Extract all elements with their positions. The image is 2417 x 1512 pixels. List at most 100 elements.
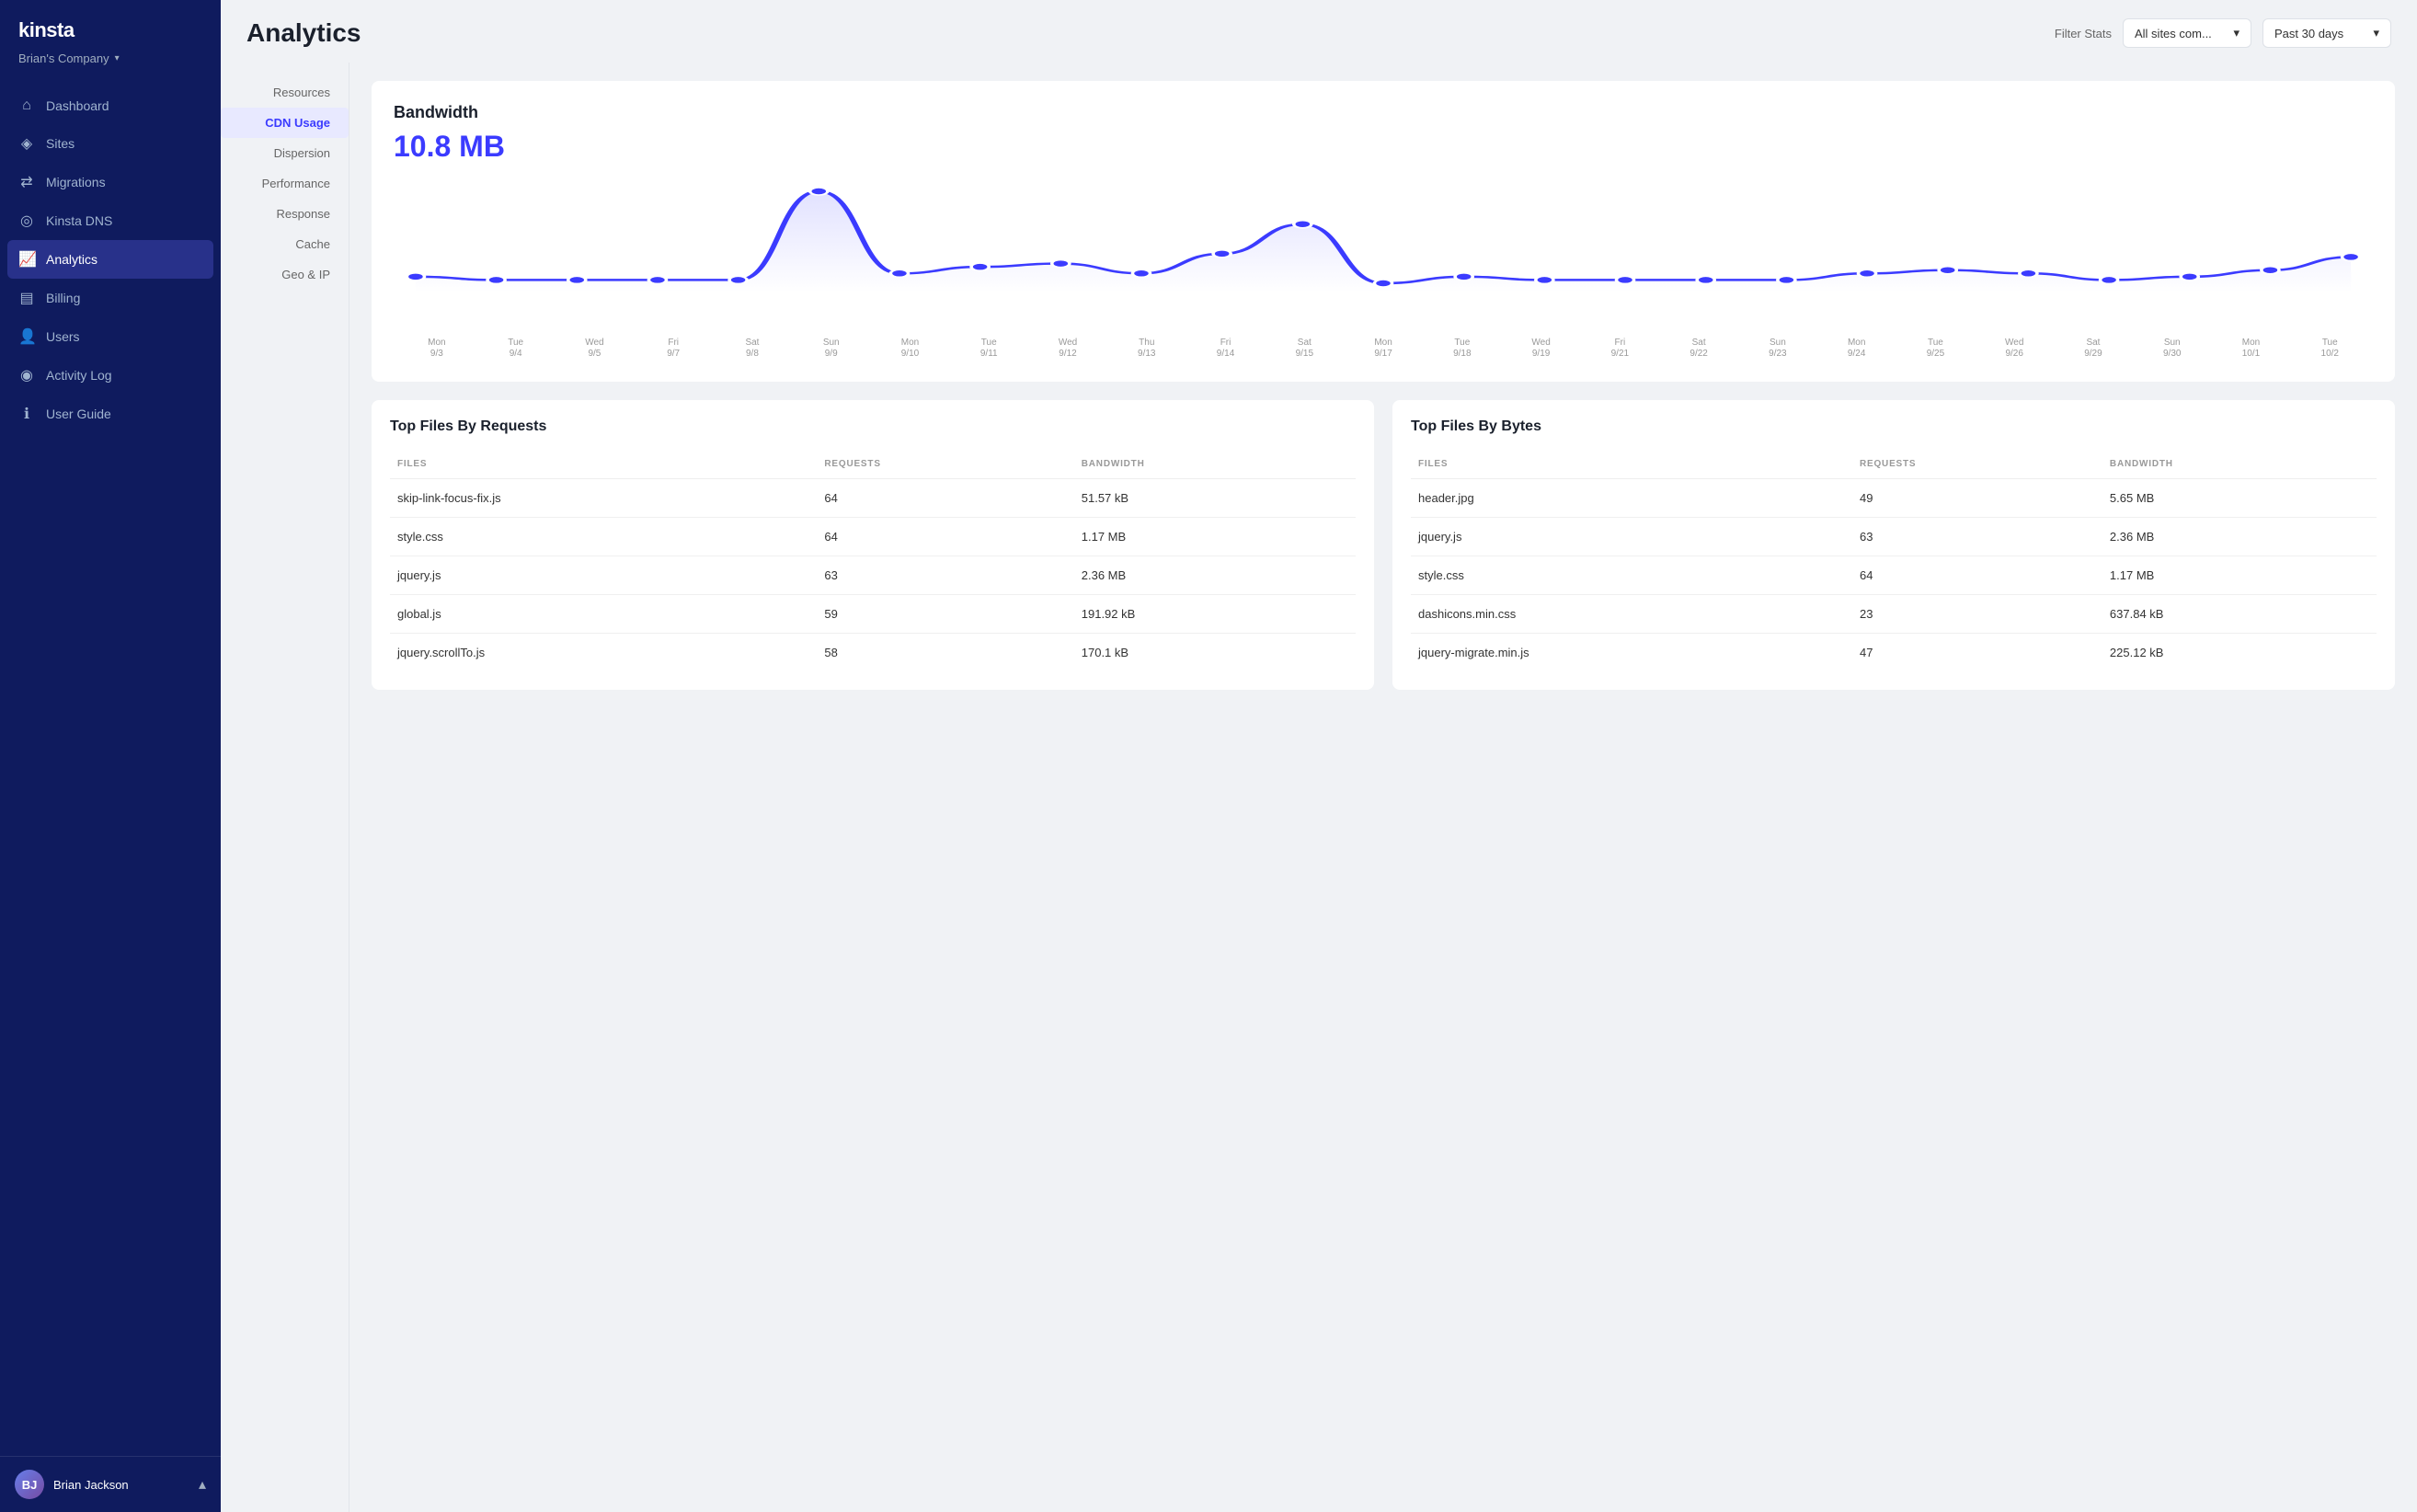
sub-nav-cdn-usage[interactable]: CDN Usage <box>221 108 349 138</box>
sidebar-item-users[interactable]: 👤Users <box>0 317 221 356</box>
table-row: jquery.scrollTo.js 58 170.1 kB <box>390 634 1356 672</box>
kinsta-dns-icon: ◎ <box>18 212 35 230</box>
user-guide-icon: ℹ <box>18 405 35 423</box>
sidebar-nav: ⌂Dashboard◈Sites⇄Migrations ◎ Kinsta DNS 📈 A… <box>0 78 221 1456</box>
sidebar-item-migrations[interactable]: ⇄Migrations <box>0 163 221 201</box>
file-name: style.css <box>1411 556 1852 595</box>
main: Analytics Filter Stats All sites com... … <box>221 0 2417 1512</box>
sidebar-user: BJ Brian Jackson <box>15 1470 129 1499</box>
bandwidth-value: 1.17 MB <box>2102 556 2377 595</box>
migrations-icon: ⇄ <box>18 173 35 191</box>
bandwidth-value: 5.65 MB <box>2102 479 2377 518</box>
x-axis-label: Sat 9/22 <box>1659 338 1738 360</box>
table-row: style.css 64 1.17 MB <box>1411 556 2377 595</box>
x-axis-label: Sun 9/23 <box>1738 338 1817 360</box>
bandwidth-card: Bandwidth 10.8 MB Mon 9/3Tue 9/4Wed 9/5F… <box>372 81 2395 382</box>
x-axis-label: Wed 9/5 <box>556 338 635 360</box>
sidebar-footer: BJ Brian Jackson ▴ <box>0 1456 221 1512</box>
col-files: FILES <box>1411 450 1852 479</box>
nav-label: Dashboard <box>46 98 109 113</box>
x-axis-label: Sun 9/9 <box>792 338 871 360</box>
sub-nav-cache[interactable]: Cache <box>221 229 349 259</box>
sidebar-item-dashboard[interactable]: ⌂Dashboard <box>0 87 221 124</box>
sub-nav-resources[interactable]: Resources <box>221 77 349 108</box>
bandwidth-value: 170.1 kB <box>1074 634 1356 672</box>
x-axis-label: Wed 9/19 <box>1502 338 1581 360</box>
top-files-requests-table: FILES REQUESTS BANDWIDTH skip-link-focus… <box>390 450 1356 671</box>
x-axis-label: Tue 10/2 <box>2290 338 2369 360</box>
requests-count: 64 <box>1852 556 2102 595</box>
sites-filter[interactable]: All sites com... ▾ <box>2123 18 2251 48</box>
sidebar: kinsta Brian's Company ▾ ⌂Dashboard◈Site… <box>0 0 221 1512</box>
table-row: global.js 59 191.92 kB <box>390 595 1356 634</box>
analytics-icon: 📈 <box>18 250 35 269</box>
x-axis-label: Mon 9/10 <box>871 338 950 360</box>
top-bar: Analytics Filter Stats All sites com... … <box>221 0 2417 63</box>
file-name: jquery.scrollTo.js <box>390 634 817 672</box>
period-filter[interactable]: Past 30 days ▾ <box>2262 18 2391 48</box>
sub-nav-performance[interactable]: Performance <box>221 168 349 199</box>
requests-count: 23 <box>1852 595 2102 634</box>
file-name: skip-link-focus-fix.js <box>390 479 817 518</box>
sidebar-company[interactable]: Brian's Company ▾ <box>18 48 202 69</box>
file-name: dashicons.min.css <box>1411 595 1852 634</box>
avatar-initials: BJ <box>22 1478 38 1492</box>
col-bandwidth: BANDWIDTH <box>2102 450 2377 479</box>
sidebar-item-sites[interactable]: ◈Sites <box>0 124 221 163</box>
bandwidth-value: 51.57 kB <box>1074 479 1356 518</box>
sidebar-item-user-guide[interactable]: ℹ User Guide <box>0 395 221 433</box>
bandwidth-value: 2.36 MB <box>1074 556 1356 595</box>
main-content: Bandwidth 10.8 MB Mon 9/3Tue 9/4Wed 9/5F… <box>349 63 2417 1512</box>
table-row: style.css 64 1.17 MB <box>390 518 1356 556</box>
tables-row: Top Files By Requests FILES REQUESTS BAN… <box>372 400 2395 690</box>
sidebar-item-kinsta-dns[interactable]: ◎ Kinsta DNS <box>0 201 221 240</box>
requests-count: 49 <box>1852 479 2102 518</box>
sub-nav-dispersion[interactable]: Dispersion <box>221 138 349 168</box>
bandwidth-value: 10.8 MB <box>394 130 2373 164</box>
sub-nav: ResourcesCDN UsageDispersionPerformanceR… <box>221 63 349 1512</box>
company-name: Brian's Company <box>18 52 109 65</box>
nav-label: User Guide <box>46 407 111 421</box>
col-requests: REQUESTS <box>817 450 1073 479</box>
sidebar-header: kinsta Brian's Company ▾ <box>0 0 221 78</box>
x-axis-label: Sun 9/30 <box>2133 338 2212 360</box>
nav-label: Sites <box>46 136 74 151</box>
x-axis-label: Fri 9/7 <box>634 338 713 360</box>
requests-count: 58 <box>817 634 1073 672</box>
top-files-bytes-table: FILES REQUESTS BANDWIDTH header.jpg 49 5… <box>1411 450 2377 671</box>
sidebar-item-activity-log[interactable]: ◉Activity Log <box>0 356 221 395</box>
sub-nav-geo-&-ip[interactable]: Geo & IP <box>221 259 349 290</box>
page-title: Analytics <box>246 18 361 48</box>
nav-label: Billing <box>46 291 80 305</box>
x-axis-label: Wed 9/26 <box>1975 338 2054 360</box>
company-chevron-icon: ▾ <box>115 53 120 63</box>
filter-area: Filter Stats All sites com... ▾ Past 30 … <box>2055 18 2391 48</box>
nav-label: Analytics <box>46 252 97 267</box>
bandwidth-value: 1.17 MB <box>1074 518 1356 556</box>
col-files: FILES <box>390 450 817 479</box>
bandwidth-value: 2.36 MB <box>2102 518 2377 556</box>
nav-label: Kinsta DNS <box>46 213 112 228</box>
file-name: header.jpg <box>1411 479 1852 518</box>
requests-count: 64 <box>817 518 1073 556</box>
x-axis-label: Wed 9/12 <box>1028 338 1107 360</box>
avatar: BJ <box>15 1470 44 1499</box>
sidebar-item-billing[interactable]: ▤ Billing <box>0 279 221 317</box>
sidebar-item-analytics[interactable]: 📈 Analytics <box>7 240 213 279</box>
user-menu-icon[interactable]: ▴ <box>199 1475 206 1494</box>
x-axis-label: Sat 9/29 <box>2054 338 2133 360</box>
user-name: Brian Jackson <box>53 1478 129 1492</box>
file-name: jquery-migrate.min.js <box>1411 634 1852 672</box>
table-row: header.jpg 49 5.65 MB <box>1411 479 2377 518</box>
x-axis-label: Mon 9/3 <box>397 338 476 360</box>
table-row: skip-link-focus-fix.js 64 51.57 kB <box>390 479 1356 518</box>
top-files-requests-title: Top Files By Requests <box>390 418 1356 435</box>
billing-icon: ▤ <box>18 289 35 307</box>
file-name: jquery.js <box>390 556 817 595</box>
x-axis-label: Sat 9/8 <box>713 338 792 360</box>
x-axis-label: Thu 9/13 <box>1107 338 1186 360</box>
bandwidth-value: 225.12 kB <box>2102 634 2377 672</box>
x-axis-label: Sat 9/15 <box>1265 338 1344 360</box>
sub-nav-response[interactable]: Response <box>221 199 349 229</box>
x-axis-label: Tue 9/11 <box>949 338 1028 360</box>
